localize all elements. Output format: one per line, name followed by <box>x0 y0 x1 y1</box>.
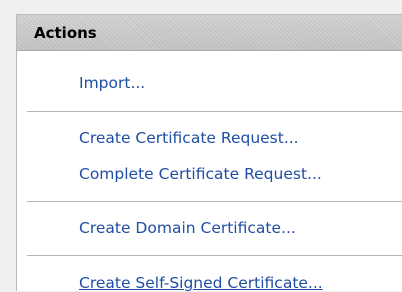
actions-pane-header: Actions <box>17 15 402 51</box>
create-certificate-request-link[interactable]: Create Certificate Request... <box>79 129 299 147</box>
actions-pane-title: Actions <box>34 24 97 42</box>
separator <box>27 201 402 202</box>
separator <box>27 111 402 112</box>
iis-manager-window: Actions Import... Create Certificate Req… <box>0 0 402 292</box>
create-domain-certificate-link[interactable]: Create Domain Certificate... <box>79 219 296 237</box>
create-self-signed-certificate-link[interactable]: Create Self-Signed Certificate... <box>79 274 323 292</box>
import-link[interactable]: Import... <box>79 74 145 92</box>
separator <box>27 255 402 256</box>
complete-certificate-request-link[interactable]: Complete Certificate Request... <box>79 165 322 183</box>
actions-list: Import... Create Certificate Request... … <box>17 51 402 292</box>
actions-pane: Actions Import... Create Certificate Req… <box>16 14 402 292</box>
